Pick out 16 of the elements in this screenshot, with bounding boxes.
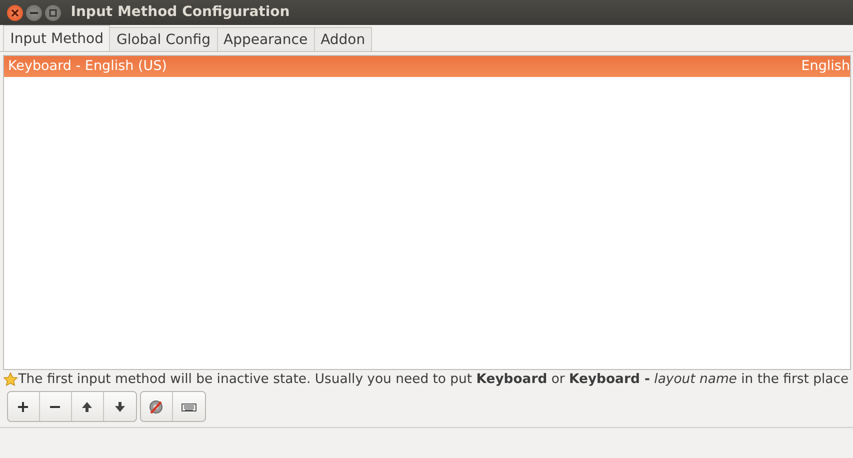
window-title: Input Method Configuration bbox=[70, 3, 290, 22]
minus-icon bbox=[50, 406, 60, 408]
minimize-button[interactable] bbox=[26, 4, 42, 20]
maximize-button[interactable] bbox=[45, 4, 61, 20]
minimize-icon bbox=[30, 12, 38, 14]
tab[interactable]: Global Config bbox=[109, 27, 218, 51]
tab[interactable]: Input Method bbox=[3, 25, 110, 51]
star-icon bbox=[3, 372, 18, 387]
hint-text: The first input method will be inactive state. Usually you need to put Keyboard or Keyboard - layout name in the first place bbox=[18, 371, 849, 388]
input-method-language: English bbox=[801, 57, 850, 76]
close-button[interactable] bbox=[6, 4, 22, 20]
maximize-icon bbox=[49, 8, 57, 16]
input-method-name: Keyboard - English (US) bbox=[8, 57, 167, 76]
tab[interactable]: Addon bbox=[314, 27, 372, 51]
tab[interactable]: Appearance bbox=[216, 27, 315, 51]
close-icon bbox=[10, 8, 18, 16]
